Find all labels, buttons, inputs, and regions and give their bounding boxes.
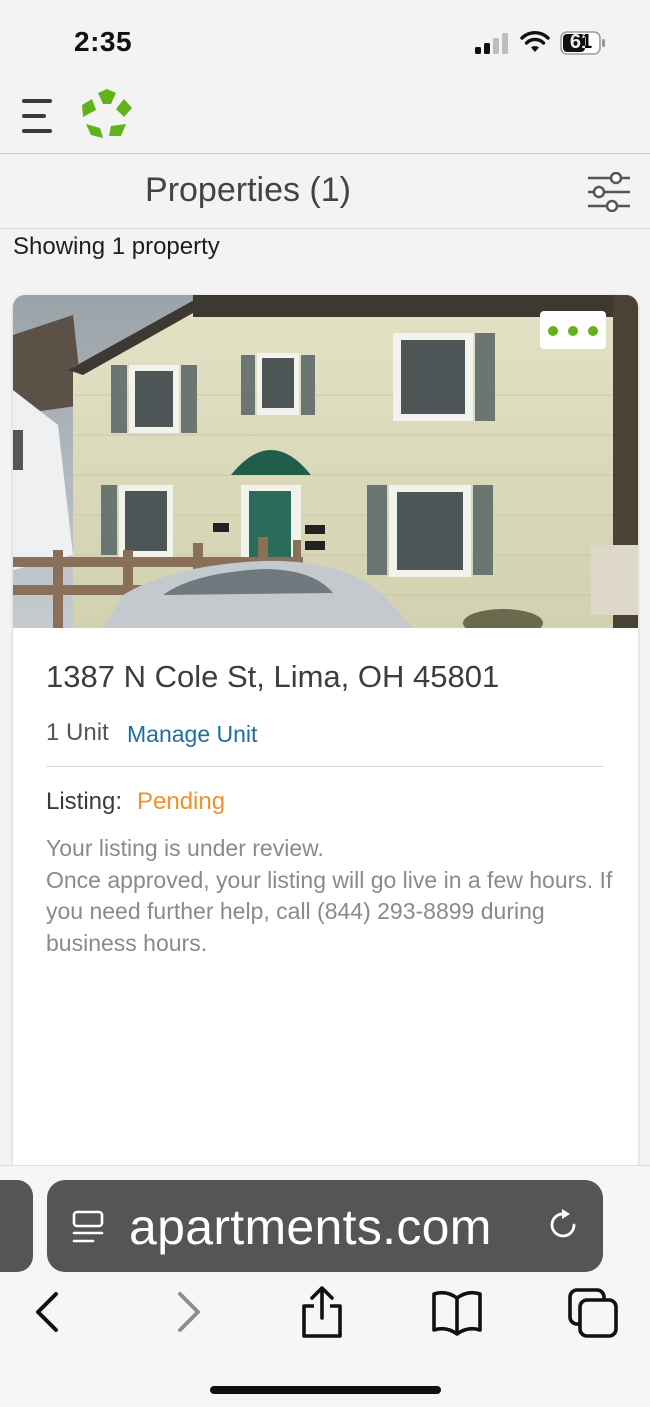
- wifi-icon: [520, 31, 550, 52]
- manage-unit-link[interactable]: Manage Unit: [127, 721, 257, 748]
- card-divider: [46, 766, 604, 767]
- back-chevron-icon[interactable]: [22, 1286, 76, 1338]
- address-bar[interactable]: apartments.com: [47, 1180, 603, 1272]
- cellular-signal-icon: [475, 32, 509, 54]
- showing-count: Showing 1 property: [13, 233, 220, 260]
- listing-status-badge: Pending: [137, 788, 226, 815]
- tabs-icon[interactable]: [566, 1286, 620, 1338]
- reload-icon[interactable]: [547, 1208, 581, 1242]
- more-options-icon[interactable]: [540, 311, 606, 349]
- home-indicator: [210, 1386, 441, 1394]
- properties-title-bar: Properties (1): [0, 155, 650, 229]
- listing-description: Your listing is under review. Once appro…: [46, 833, 616, 959]
- book-icon[interactable]: [430, 1286, 484, 1338]
- property-card[interactable]: 1387 N Cole St, Lima, OH 45801 1 Unit Ma…: [13, 295, 638, 1195]
- battery-level: 61: [569, 31, 593, 53]
- status-time: 2:35: [74, 26, 133, 57]
- recycle-logo-icon[interactable]: [80, 88, 134, 140]
- description-line-1: Your listing is under review.: [46, 835, 324, 861]
- forward-chevron-icon[interactable]: [160, 1286, 214, 1338]
- url-text: apartments.com: [129, 1199, 492, 1255]
- page-menu-icon[interactable]: [71, 1210, 105, 1244]
- description-line-2: Once approved, your listing will go live…: [46, 866, 613, 956]
- filter-sliders-icon[interactable]: [586, 172, 632, 212]
- browser-toolbar: apartments.com: [0, 1165, 650, 1407]
- page-title: Properties (1): [145, 171, 351, 209]
- status-bar: 2:35 61: [0, 0, 650, 84]
- share-icon[interactable]: [295, 1286, 349, 1338]
- app-header: [0, 84, 650, 154]
- property-address: 1387 N Cole St, Lima, OH 45801: [46, 659, 500, 694]
- hamburger-menu-icon[interactable]: [22, 97, 56, 137]
- previous-tab-preview[interactable]: [0, 1180, 33, 1272]
- unit-count: 1 Unit: [46, 719, 109, 746]
- listing-label: Listing:: [46, 788, 123, 815]
